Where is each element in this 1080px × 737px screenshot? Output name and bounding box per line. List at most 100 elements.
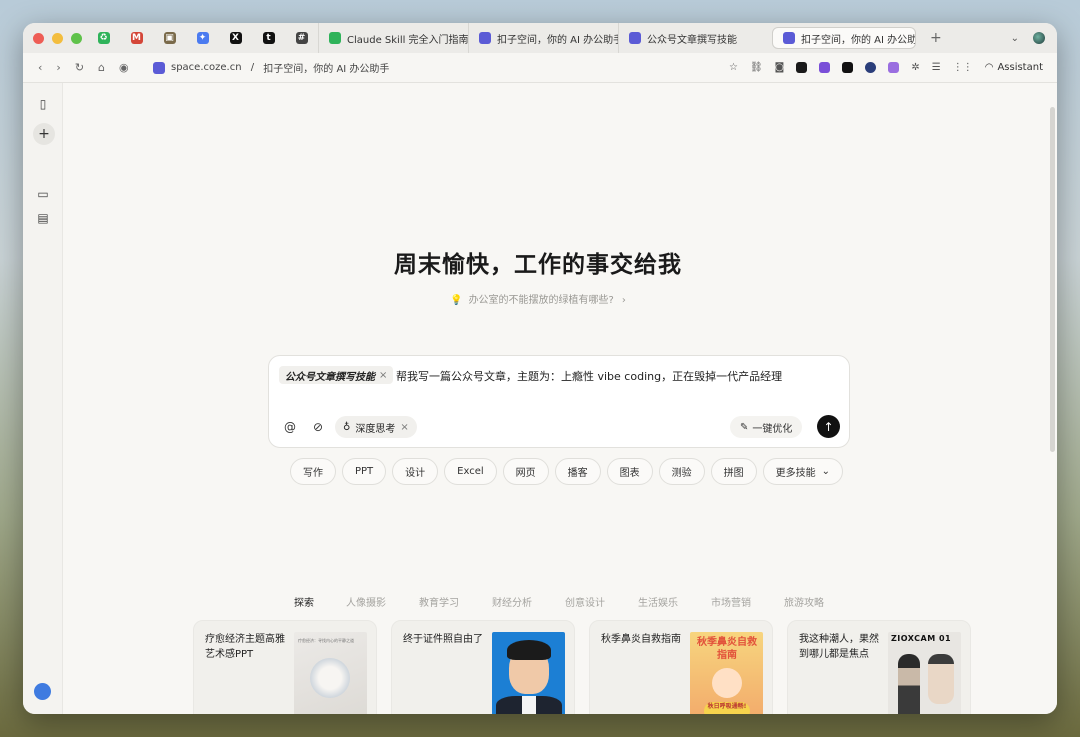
url-field[interactable]: space.coze.cn / 扣子空间，你的 AI 办公助手 bbox=[153, 60, 389, 75]
profile-icon[interactable] bbox=[1033, 32, 1045, 44]
pinned-tab[interactable]: # bbox=[285, 23, 318, 53]
skill-chip[interactable]: 公众号文章撰写技能 × bbox=[279, 366, 394, 384]
assistant-label: Assistant bbox=[997, 62, 1043, 73]
skill-button[interactable]: 测验 bbox=[658, 458, 705, 485]
home-icon[interactable]: ⌂ bbox=[98, 61, 105, 74]
thumbnail-title: 秋季鼻炎自救指南 bbox=[697, 637, 757, 661]
tab-label: 公众号文章撰写技能 bbox=[647, 34, 737, 46]
puzzle-icon[interactable]: ✲ bbox=[911, 62, 919, 73]
browser-tab[interactable]: 扣子空间，你的 AI 办公助手 bbox=[468, 23, 618, 53]
pinned-tab[interactable]: ♻ bbox=[87, 23, 120, 53]
chevron-down-icon: ⌄ bbox=[821, 466, 831, 477]
mention-icon[interactable]: @ bbox=[279, 416, 301, 438]
prompt-input-box[interactable]: 公众号文章撰写技能 × 帮我写一篇公众号文章，主题为：上瘾性 vibe codi… bbox=[268, 355, 850, 448]
scrollbar[interactable] bbox=[1050, 107, 1055, 452]
audio-wave-icon[interactable]: ⋮⋮ bbox=[953, 62, 973, 73]
category-tab[interactable]: 探索 bbox=[294, 594, 346, 609]
skill-button[interactable]: 写作 bbox=[290, 458, 336, 485]
portrait-hair bbox=[507, 640, 551, 660]
skill-label: Excel bbox=[457, 466, 484, 477]
zoom-window-button[interactable] bbox=[71, 32, 82, 44]
optimize-button[interactable]: ✎ 一键优化 bbox=[730, 416, 803, 438]
reload-icon[interactable]: ↻ bbox=[75, 61, 84, 74]
assistant-button[interactable]: ◠ Assistant bbox=[985, 62, 1043, 73]
file-icon[interactable]: ▤ bbox=[34, 209, 52, 227]
browser-tab[interactable]: Claude Skill 完全入门指南 bbox=[318, 23, 468, 53]
category-tab[interactable]: 人像摄影 bbox=[346, 594, 419, 609]
example-card[interactable]: 终于证件照自由了 bbox=[391, 620, 575, 714]
skill-button[interactable]: PPT bbox=[342, 458, 387, 485]
pinned-tab[interactable]: M bbox=[120, 23, 153, 53]
extension-icon[interactable] bbox=[796, 62, 808, 73]
skill-label: 图表 bbox=[619, 468, 640, 479]
example-card[interactable]: 我这种潮人，果然到哪儿都是焦点 ZIOXCAM 01 bbox=[787, 620, 971, 714]
forward-icon[interactable]: › bbox=[56, 61, 60, 74]
camera-icon[interactable]: ◙ bbox=[775, 62, 785, 73]
skill-button[interactable]: 图表 bbox=[606, 458, 653, 485]
extension-icon[interactable] bbox=[888, 62, 900, 73]
tab-favicon bbox=[329, 32, 341, 44]
pinned-tab[interactable]: ✦ bbox=[186, 23, 219, 53]
deep-think-label: 深度思考 bbox=[355, 423, 396, 435]
skill-button[interactable]: 设计 bbox=[392, 458, 439, 485]
address-bar: ‹ › ↻ ⌂ ◉ space.coze.cn / 扣子空间，你的 AI 办公助… bbox=[23, 53, 1057, 83]
thumbnail-title: ZIOXCAM 01 bbox=[891, 634, 952, 643]
lightbulb-icon: 💡 bbox=[450, 295, 463, 306]
close-window-button[interactable] bbox=[33, 32, 44, 44]
sidebar-toggle-icon[interactable]: ▯ bbox=[34, 95, 52, 113]
thumbnail-ring bbox=[310, 658, 350, 698]
optimize-label: 一键优化 bbox=[752, 423, 793, 435]
example-cards: 疗愈经济主题高雅艺术感PPT 疗愈经济：寻找内心的平静之道 终于证件照自由了 秋… bbox=[193, 620, 971, 714]
tab-bar-right: ⌄ bbox=[1011, 32, 1057, 44]
pinned-tab[interactable]: ▣ bbox=[153, 23, 186, 53]
new-task-button[interactable]: + bbox=[33, 123, 55, 145]
browser-window: ♻ M ▣ ✦ Xt # Claude Skill 完全入门指南 扣子空间，你的 AI 办公… bbox=[23, 23, 1057, 714]
tab-dropdown-icon[interactable]: ⌄ bbox=[1011, 33, 1019, 44]
attach-icon[interactable]: ⊘ bbox=[307, 416, 329, 438]
new-tab-button[interactable]: + bbox=[920, 30, 952, 46]
category-tab[interactable]: 教育学习 bbox=[419, 594, 492, 609]
send-button[interactable]: ↑ bbox=[817, 415, 840, 438]
skill-button[interactable]: 拼图 bbox=[710, 458, 757, 485]
suggestion-hint[interactable]: 💡 办公室的不能摆放的绿植有哪些? › bbox=[63, 291, 1013, 306]
extension-icon[interactable] bbox=[819, 62, 831, 73]
remove-skill-icon[interactable]: × bbox=[379, 370, 387, 381]
deep-think-toggle[interactable]: ♁ 深度思考 × bbox=[335, 416, 417, 438]
category-tab[interactable]: 财经分析 bbox=[492, 594, 565, 609]
thumbnail-face bbox=[712, 668, 742, 698]
main-content: 周末愉快，工作的事交给我 💡 办公室的不能摆放的绿植有哪些? › 公众号文章撰写技能… bbox=[63, 83, 1057, 714]
skill-label: 测验 bbox=[671, 468, 692, 479]
browser-tab[interactable]: 公众号文章撰写技能 bbox=[618, 23, 768, 53]
recycle-icon: ♻ bbox=[97, 32, 110, 44]
remove-deep-think-icon[interactable]: × bbox=[400, 422, 408, 433]
example-card[interactable]: 秋季鼻炎自救指南 秋季鼻炎自救指南 秋日呼吸通畅! bbox=[589, 620, 773, 714]
prompt-text[interactable]: 帮我写一篇公众号文章，主题为：上瘾性 vibe coding，正在毁掉一代产品经… bbox=[396, 368, 782, 384]
extension-icon[interactable] bbox=[865, 62, 877, 73]
link-icon[interactable]: ⛓ bbox=[750, 62, 763, 73]
skill-button[interactable]: Excel bbox=[444, 458, 497, 485]
user-avatar[interactable] bbox=[34, 683, 51, 700]
category-tab[interactable]: 生活娱乐 bbox=[638, 594, 711, 609]
pinned-tab[interactable]: X bbox=[219, 23, 252, 53]
back-icon[interactable]: ‹ bbox=[38, 61, 42, 74]
browser-tab[interactable]: 扣子空间，你的 AI 办公助手 bbox=[772, 27, 916, 49]
url-separator: / bbox=[247, 62, 258, 73]
extension-icon[interactable] bbox=[842, 62, 854, 73]
category-tab[interactable]: 旅游攻略 bbox=[784, 594, 857, 609]
pinned-tab[interactable]: t bbox=[252, 23, 285, 53]
menu-icon[interactable]: ☰ bbox=[932, 62, 941, 73]
skill-button[interactable]: 网页 bbox=[502, 458, 549, 485]
category-tabs: 探索 人像摄影 教育学习 财经分析 创意设计 生活娱乐 市场营销 旅游攻略 bbox=[294, 594, 857, 609]
portrait-shirt bbox=[522, 696, 536, 714]
example-card[interactable]: 疗愈经济主题高雅艺术感PPT 疗愈经济：寻找内心的平静之道 bbox=[193, 620, 377, 714]
bookmark-star-icon[interactable]: ☆ bbox=[729, 62, 738, 73]
category-tab[interactable]: 市场营销 bbox=[711, 594, 784, 609]
pinned-tabs: ♻ M ▣ ✦ Xt # bbox=[87, 23, 318, 53]
skill-button[interactable]: 播客 bbox=[554, 458, 601, 485]
microphone-icon[interactable]: ◉ bbox=[119, 61, 129, 74]
category-tab[interactable]: 创意设计 bbox=[565, 594, 638, 609]
thumbnail-person bbox=[928, 654, 954, 704]
minimize-window-button[interactable] bbox=[52, 32, 63, 44]
folder-icon[interactable]: ▭ bbox=[34, 185, 52, 203]
skill-button[interactable]: 更多技能 ⌄ bbox=[762, 458, 844, 485]
